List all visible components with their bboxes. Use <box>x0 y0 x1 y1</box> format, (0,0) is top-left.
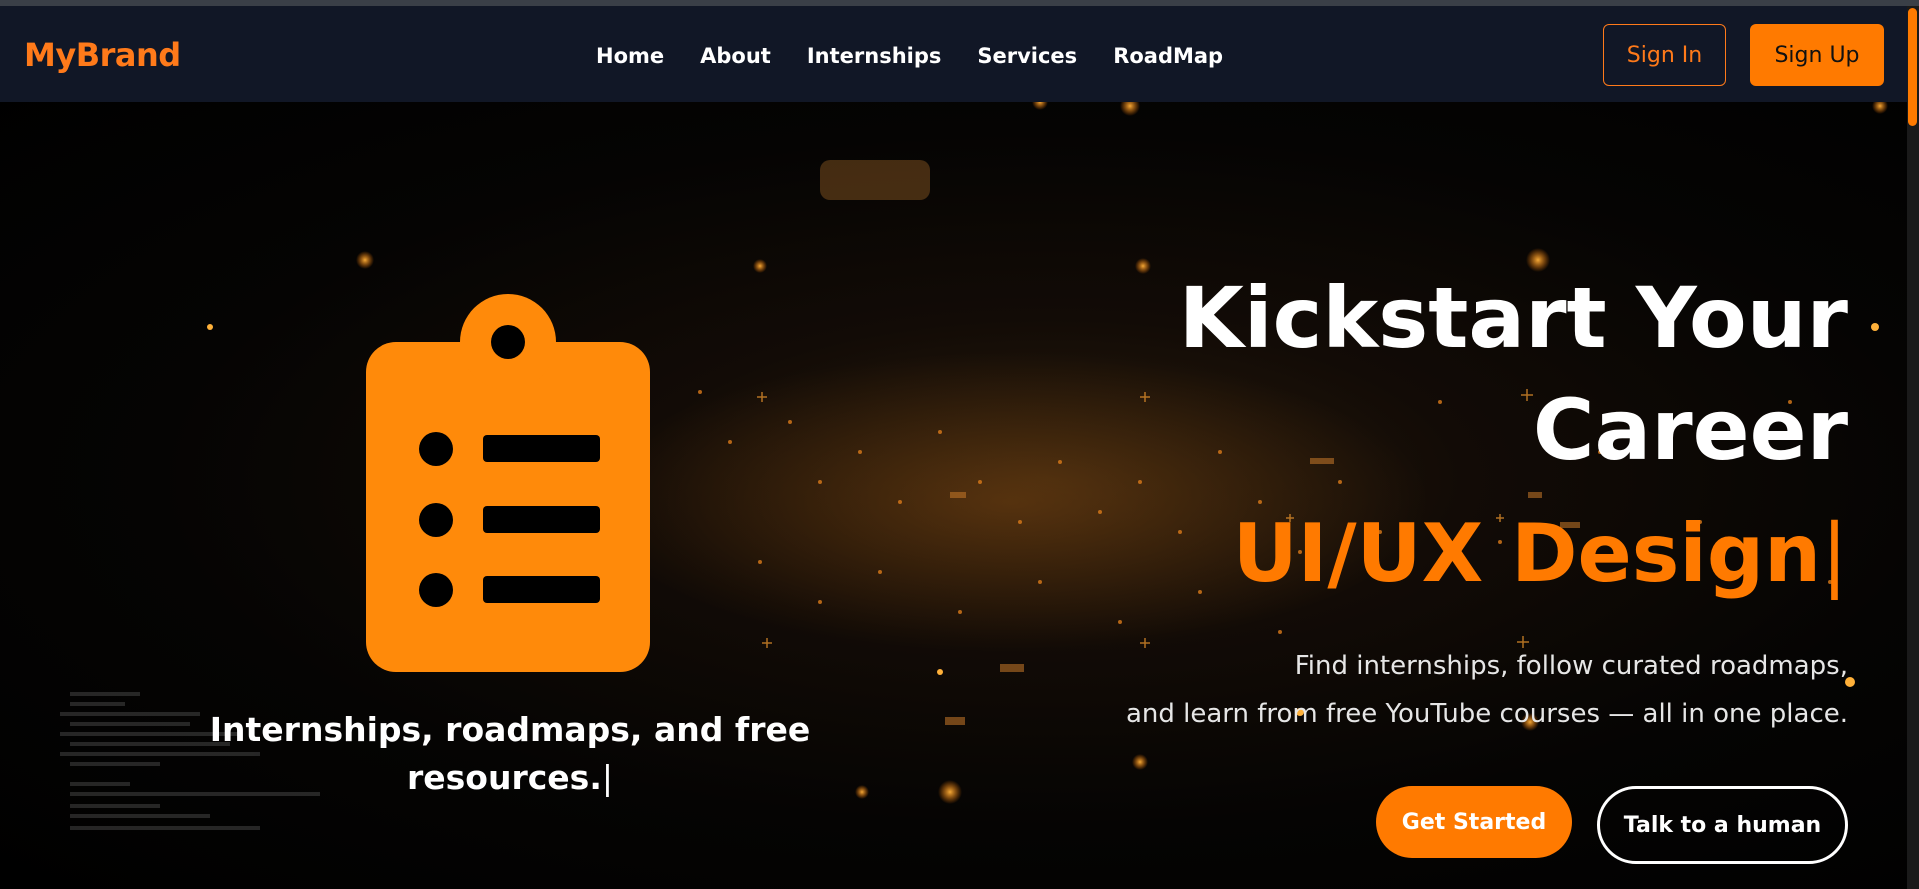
hero-caption: Internships, roadmaps, and free resource… <box>200 706 820 802</box>
hero-caption-text: Internships, roadmaps, and free resource… <box>209 710 811 797</box>
navbar: MyBrand Home About Internships Services … <box>0 6 1907 102</box>
nav-link-home[interactable]: Home <box>596 44 664 68</box>
description-line-1: Find internships, follow curated roadmap… <box>1294 651 1848 681</box>
scrollbar-thumb[interactable] <box>1908 8 1917 126</box>
nav-link-about[interactable]: About <box>700 44 771 68</box>
nav-link-internships[interactable]: Internships <box>807 44 942 68</box>
scrollbar-track[interactable] <box>1907 6 1919 889</box>
hero-description: Find internships, follow curated roadmap… <box>1040 642 1848 738</box>
sign-up-button[interactable]: Sign Up <box>1750 24 1884 86</box>
clipboard-list-icon <box>366 294 650 672</box>
headline-line-2: Career <box>1532 381 1848 479</box>
brand-logo[interactable]: MyBrand <box>24 36 181 74</box>
nav-link-roadmap[interactable]: RoadMap <box>1113 44 1223 68</box>
description-line-2: and learn from free YouTube courses — al… <box>1125 699 1848 729</box>
get-started-button[interactable]: Get Started <box>1376 786 1572 858</box>
nav-link-services[interactable]: Services <box>977 44 1077 68</box>
talk-to-human-button[interactable]: Talk to a human <box>1597 786 1848 864</box>
typing-cursor: | <box>601 758 613 797</box>
nav-links: Home About Internships Services RoadMap <box>596 44 1259 68</box>
rotating-text: UI/UX Design <box>1232 507 1822 600</box>
typing-cursor: | <box>1821 507 1848 600</box>
rotating-subtitle: UI/UX Design| <box>1060 498 1848 610</box>
headline-line-1: Kickstart Your <box>1178 269 1848 367</box>
hero-headline: Kickstart Your Career <box>1060 262 1848 486</box>
sign-in-button[interactable]: Sign In <box>1603 24 1726 86</box>
